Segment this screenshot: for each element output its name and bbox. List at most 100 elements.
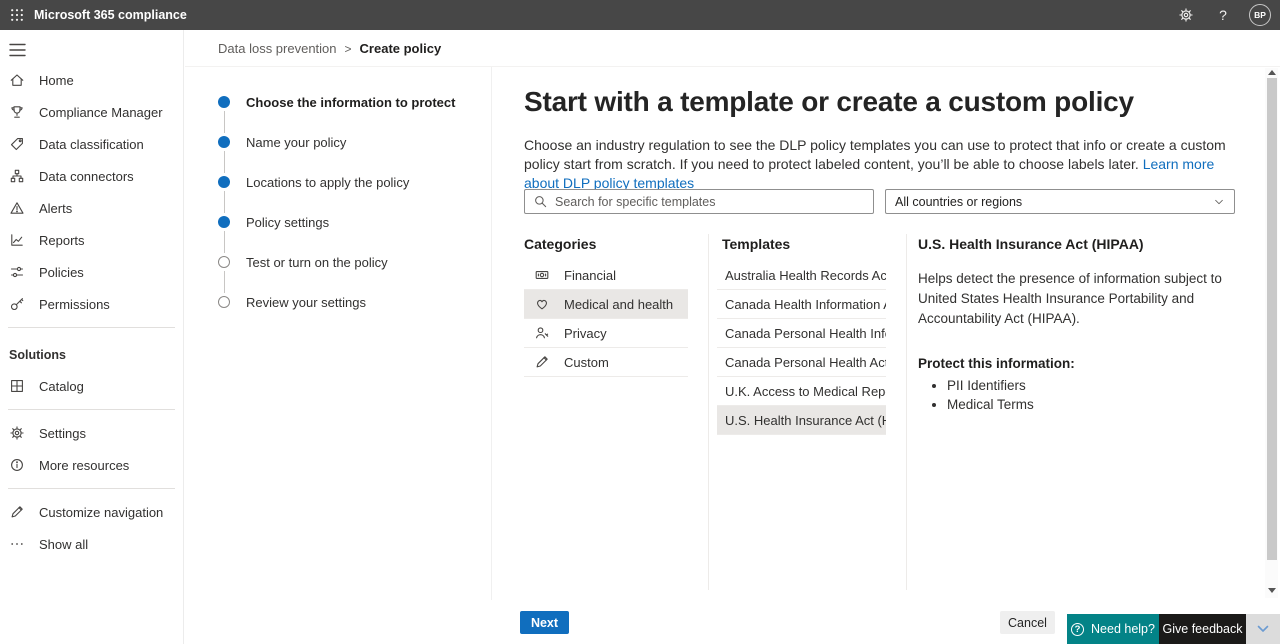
key-icon xyxy=(9,296,25,312)
settings-button[interactable] xyxy=(1175,4,1197,26)
region-dropdown[interactable]: All countries or regions xyxy=(885,189,1235,214)
wizard-step-review-settings[interactable]: Review your settings xyxy=(218,294,480,310)
template-canada-personal-health-information[interactable]: Canada Personal Health Informatio… xyxy=(717,319,886,348)
sidebar-item-home[interactable]: Home xyxy=(0,64,183,96)
pencil-icon xyxy=(9,504,25,520)
protect-item: Medical Terms xyxy=(947,395,1236,414)
step-dot xyxy=(218,176,230,188)
category-label: Financial xyxy=(564,268,616,283)
avatar-initials: BP xyxy=(1254,10,1266,20)
nav-collapse-button[interactable] xyxy=(9,43,29,57)
description-text: Choose an industry regulation to see the… xyxy=(524,137,1226,172)
cancel-button[interactable]: Cancel xyxy=(1000,611,1055,634)
chevron-down-icon xyxy=(1213,196,1225,208)
step-dot xyxy=(218,296,230,308)
step-label: Review your settings xyxy=(246,295,366,310)
chevron-down-icon xyxy=(1255,621,1271,637)
template-australia-hrip[interactable]: Australia Health Records Act (HRIP… xyxy=(717,261,886,290)
step-label: Policy settings xyxy=(246,215,329,230)
app-launcher-button[interactable] xyxy=(0,0,34,30)
help-circle-icon: ? xyxy=(1071,623,1084,636)
sidebar: Home Compliance Manager Data classificat… xyxy=(0,30,184,644)
sidebar-item-reports[interactable]: Reports xyxy=(0,224,183,256)
info-icon xyxy=(9,457,25,473)
category-privacy[interactable]: Privacy xyxy=(524,319,688,348)
sidebar-item-permissions[interactable]: Permissions xyxy=(0,288,183,320)
search-input[interactable] xyxy=(555,195,865,209)
template-uk-medical-reports[interactable]: U.K. Access to Medical Reports Act xyxy=(717,377,886,406)
sidebar-item-label: Data classification xyxy=(39,137,144,152)
scrollbar-track[interactable] xyxy=(1265,68,1278,598)
gear-icon xyxy=(1178,7,1194,23)
ellipsis-icon xyxy=(9,536,25,552)
divider xyxy=(8,327,175,328)
step-dot xyxy=(218,216,230,228)
sidebar-item-alerts[interactable]: Alerts xyxy=(0,192,183,224)
category-financial[interactable]: Financial xyxy=(524,261,688,290)
scrollbar-up-arrow[interactable] xyxy=(1268,70,1276,75)
hamburger-icon xyxy=(9,43,29,57)
sliders-icon xyxy=(9,264,25,280)
template-detail-panel: U.S. Health Insurance Act (HIPAA) Helps … xyxy=(918,236,1236,414)
sidebar-item-label: More resources xyxy=(39,458,129,473)
detail-description: Helps detect the presence of information… xyxy=(918,269,1236,329)
detail-title: U.S. Health Insurance Act (HIPAA) xyxy=(918,236,1236,252)
sidebar-item-label: Policies xyxy=(39,265,84,280)
template-us-hipaa[interactable]: U.S. Health Insurance Act (HIPAA) xyxy=(717,406,886,435)
trophy-icon xyxy=(9,104,25,120)
template-canada-phip[interactable]: Canada Personal Health Act (PHIP… xyxy=(717,348,886,377)
step-dot xyxy=(218,136,230,148)
template-label: Canada Personal Health Informatio… xyxy=(725,326,886,341)
sidebar-item-compliance-manager[interactable]: Compliance Manager xyxy=(0,96,183,128)
sidebar-item-more-resources[interactable]: More resources xyxy=(0,449,183,481)
page-title: Start with a template or create a custom… xyxy=(524,86,1134,118)
template-label: Canada Health Information Act (HI… xyxy=(725,297,886,312)
template-label: U.K. Access to Medical Reports Act xyxy=(725,384,886,399)
divider xyxy=(8,488,175,489)
feedback-collapse-button[interactable] xyxy=(1246,614,1280,644)
avatar[interactable]: BP xyxy=(1249,4,1271,26)
alert-triangle-icon xyxy=(9,200,25,216)
app-title: Microsoft 365 compliance xyxy=(34,8,187,22)
sidebar-item-label: Permissions xyxy=(39,297,110,312)
solutions-section-label: Solutions xyxy=(0,335,183,370)
wizard-step-policy-settings[interactable]: Policy settings xyxy=(218,214,480,230)
search-icon xyxy=(533,194,548,209)
waffle-icon xyxy=(10,8,24,22)
home-icon xyxy=(9,72,25,88)
template-canada-health-information[interactable]: Canada Health Information Act (HI… xyxy=(717,290,886,319)
flow-icon xyxy=(9,168,25,184)
wizard-step-choose-information[interactable]: Choose the information to protect xyxy=(218,94,480,110)
scrollbar-down-arrow[interactable] xyxy=(1268,588,1276,593)
sidebar-item-label: Compliance Manager xyxy=(39,105,163,120)
divider xyxy=(185,66,1280,67)
next-button[interactable]: Next xyxy=(520,611,569,634)
tag-icon xyxy=(9,136,25,152)
sidebar-item-label: Customize navigation xyxy=(39,505,163,520)
sidebar-item-data-connectors[interactable]: Data connectors xyxy=(0,160,183,192)
template-search[interactable] xyxy=(524,189,874,214)
sidebar-item-data-classification[interactable]: Data classification xyxy=(0,128,183,160)
sidebar-item-settings[interactable]: Settings xyxy=(0,417,183,449)
category-custom[interactable]: Custom xyxy=(524,348,688,377)
wizard-step-name-policy[interactable]: Name your policy xyxy=(218,134,480,150)
sidebar-item-catalog[interactable]: Catalog xyxy=(0,370,183,402)
need-help-button[interactable]: ? Need help? xyxy=(1067,614,1159,644)
divider xyxy=(8,409,175,410)
category-label: Custom xyxy=(564,355,609,370)
breadcrumb: Data loss prevention > Create policy xyxy=(218,41,441,56)
protect-heading: Protect this information: xyxy=(918,356,1236,371)
wizard-step-locations[interactable]: Locations to apply the policy xyxy=(218,174,480,190)
sidebar-item-policies[interactable]: Policies xyxy=(0,256,183,288)
topbar-actions: ? BP xyxy=(1175,4,1280,26)
region-dropdown-value: All countries or regions xyxy=(895,195,1022,209)
breadcrumb-parent[interactable]: Data loss prevention xyxy=(218,41,337,56)
give-feedback-button[interactable]: Give feedback xyxy=(1159,614,1246,644)
scrollbar-thumb[interactable] xyxy=(1267,78,1277,560)
help-button[interactable]: ? xyxy=(1212,4,1234,26)
wizard-step-test-or-turn-on[interactable]: Test or turn on the policy xyxy=(218,254,480,270)
sidebar-item-customize-navigation[interactable]: Customize navigation xyxy=(0,496,183,528)
sidebar-item-show-all[interactable]: Show all xyxy=(0,528,183,560)
sidebar-item-label: Data connectors xyxy=(39,169,134,184)
category-medical-and-health[interactable]: Medical and health xyxy=(524,290,688,319)
